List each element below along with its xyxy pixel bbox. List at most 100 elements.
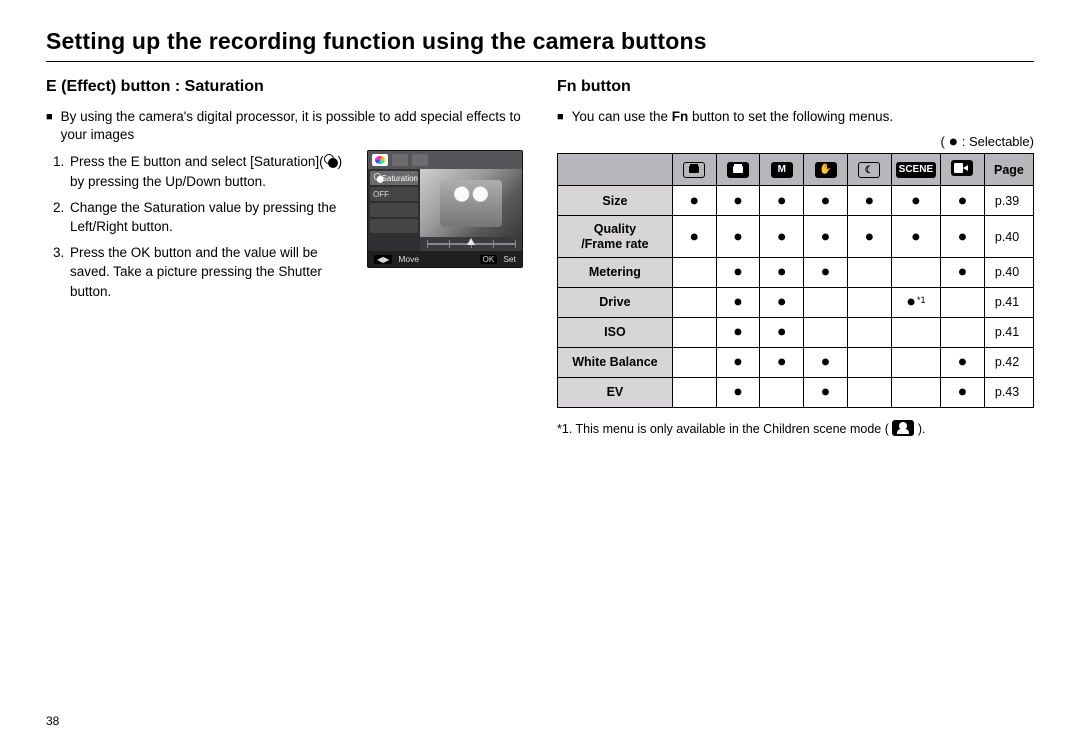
table-row: Drive●●●*1p.41 [558, 287, 1034, 317]
dot-icon: ● [864, 228, 874, 245]
page-ref: p.39 [984, 186, 1033, 216]
dot-icon: ● [733, 354, 743, 371]
table-cell [847, 377, 891, 407]
mode-col-program [716, 154, 760, 186]
lcd-preview: Saturation OFF [367, 150, 523, 268]
table-row: White Balance●●●●p.42 [558, 347, 1034, 377]
table-cell [672, 257, 716, 287]
table-cell [672, 377, 716, 407]
table-cell: ● [847, 216, 891, 258]
dot-icon: ● [906, 294, 916, 311]
table-cell: ● [716, 317, 760, 347]
table-cell: ● [941, 347, 985, 377]
table-cell: ● [760, 216, 804, 258]
dot-icon: ● [777, 228, 787, 245]
table-cell [672, 287, 716, 317]
row-label: Quality/Frame rate [558, 216, 673, 258]
dot-icon: ● [821, 354, 831, 371]
table-cell [847, 347, 891, 377]
lcd-move-label: Move [398, 254, 419, 264]
left-intro-text: By using the camera's digital processor,… [61, 108, 523, 144]
m-icon: M [771, 162, 793, 178]
dot-icon: ● [777, 354, 787, 371]
lcd-top-bar [368, 151, 522, 169]
child-icon [892, 420, 914, 436]
right-intro-text: You can use the Fn button to set the fol… [572, 108, 893, 126]
table-cell: ● [716, 186, 760, 216]
slider-knob-icon [467, 238, 475, 245]
dot-icon: ● [911, 192, 921, 209]
table-cell: ● [941, 186, 985, 216]
table-row: EV●●●p.43 [558, 377, 1034, 407]
mode-col-manual: M [760, 154, 804, 186]
left-subheading: E (Effect) button : Saturation [46, 78, 523, 96]
nav-key-icon: ◀▶ [374, 255, 392, 264]
dot-icon: ● [777, 264, 787, 281]
table-cell [672, 347, 716, 377]
lcd-live-image [420, 169, 522, 237]
row-label: White Balance [558, 347, 673, 377]
table-cell: ● [716, 287, 760, 317]
camera-icon [727, 162, 749, 178]
row-label: Size [558, 186, 673, 216]
page-col-header: Page [984, 154, 1033, 186]
table-cell: ● [716, 257, 760, 287]
dot-icon: ● [733, 192, 743, 209]
step-text: Press the E button and select [Saturatio… [70, 154, 342, 189]
dot-icon: ● [733, 294, 743, 311]
table-cell [760, 377, 804, 407]
ok-key-icon: OK [480, 255, 498, 264]
dot-icon: ● [777, 294, 787, 311]
table-cell [804, 317, 848, 347]
table-cell: ● [760, 317, 804, 347]
dot-icon: ● [948, 134, 958, 151]
table-cell: ● [760, 186, 804, 216]
dot-icon: ● [958, 354, 968, 371]
table-header-row: M ✋ SCENE Page [558, 154, 1034, 186]
scene-icon: SCENE [896, 162, 936, 178]
mode-col-movie [941, 154, 985, 186]
lcd-off-label: OFF [373, 190, 389, 199]
row-label: ISO [558, 317, 673, 347]
table-cell: ● [804, 216, 848, 258]
hand-icon: ✋ [815, 162, 837, 178]
page-ref: p.43 [984, 377, 1033, 407]
row-label: Metering [558, 257, 673, 287]
table-cell: ● [891, 216, 940, 258]
row-label: EV [558, 377, 673, 407]
lcd-menu-item [370, 219, 418, 233]
lcd-menu-item: Saturation [370, 171, 418, 185]
table-cell: ● [672, 186, 716, 216]
lcd-screen: Saturation OFF [367, 150, 523, 268]
table-row: Quality/Frame rate●●●●●●●p.40 [558, 216, 1034, 258]
table-cell [847, 257, 891, 287]
table-cell: ● [716, 347, 760, 377]
table-row: Size●●●●●●●p.39 [558, 186, 1034, 216]
left-column: E (Effect) button : Saturation ■ By usin… [46, 76, 523, 436]
table-cell [891, 317, 940, 347]
bullet-icon: ■ [557, 110, 564, 125]
lcd-tab-icon [392, 154, 408, 166]
table-cell: ● [804, 377, 848, 407]
table-cell: ● [941, 377, 985, 407]
saturation-icon [324, 154, 338, 168]
dot-icon: ● [821, 228, 831, 245]
dot-icon: ● [821, 192, 831, 209]
table-cell: ● [847, 186, 891, 216]
page-ref: p.41 [984, 287, 1033, 317]
mode-col-scene: SCENE [891, 154, 940, 186]
footnote-marker: *1 [917, 295, 926, 305]
dot-icon: ● [911, 228, 921, 245]
table-row: ISO●●p.41 [558, 317, 1034, 347]
mode-col-dis: ✋ [804, 154, 848, 186]
camera-icon [683, 162, 705, 178]
dot-icon: ● [733, 264, 743, 281]
table-cell [804, 287, 848, 317]
right-intro: ■ You can use the Fn button to set the f… [557, 108, 1034, 126]
table-cell: ● [804, 257, 848, 287]
table-cell: ● [891, 186, 940, 216]
right-column: Fn button ■ You can use the Fn button to… [557, 76, 1034, 436]
table-cell: ●*1 [891, 287, 940, 317]
fn-table: M ✋ SCENE Page Size●●●●●●●p.39Quality/Fr… [557, 153, 1034, 408]
dot-icon: ● [821, 264, 831, 281]
